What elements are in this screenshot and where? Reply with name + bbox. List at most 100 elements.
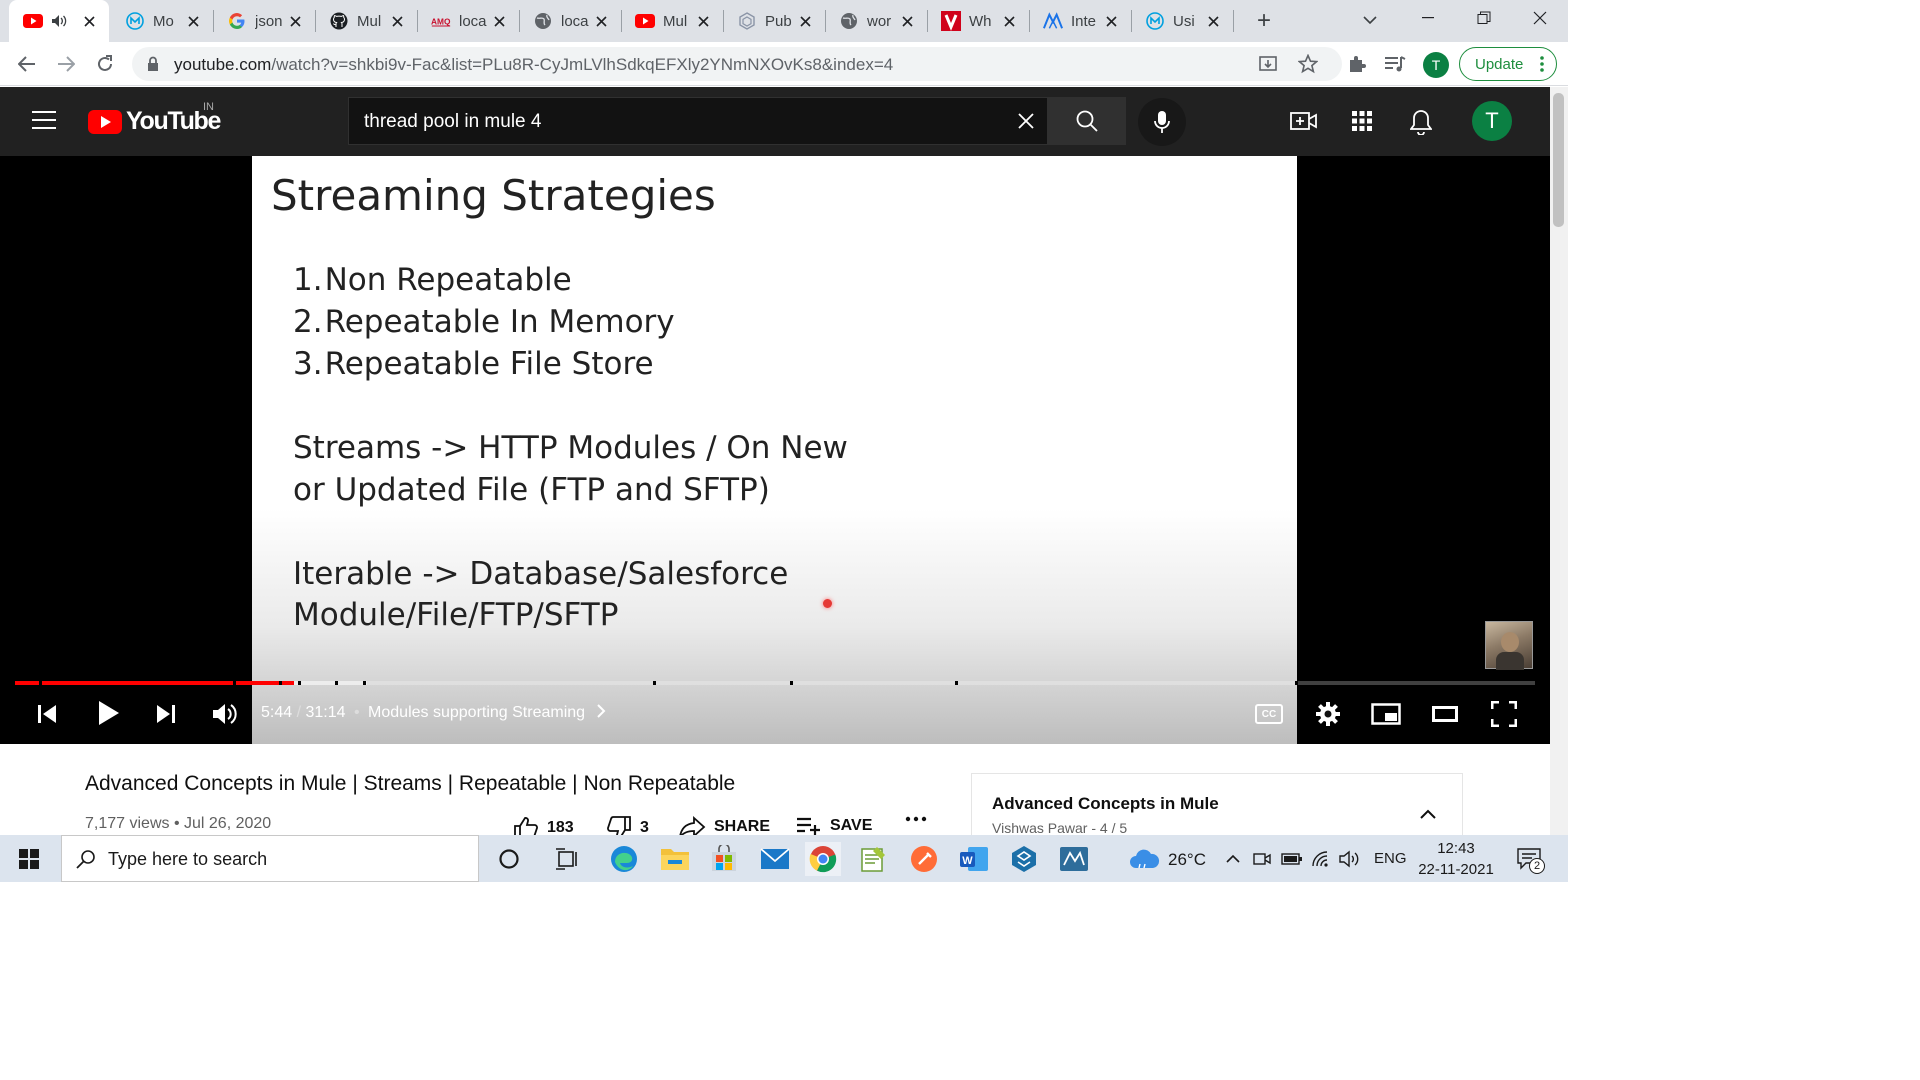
action-center-icon[interactable]: 2 — [1512, 842, 1546, 876]
tab-search-chevron-icon[interactable] — [1356, 8, 1384, 32]
speaker-volume-icon[interactable] — [1338, 842, 1362, 876]
wifi-icon[interactable] — [1310, 842, 1334, 876]
account-avatar[interactable]: T — [1472, 101, 1512, 141]
chapter-title[interactable]: Modules supporting Streaming — [368, 704, 585, 721]
close-tab-icon[interactable] — [285, 11, 305, 31]
scrollbar-thumb[interactable] — [1553, 93, 1564, 227]
restore-button[interactable] — [1456, 0, 1512, 36]
microsoft-word-icon[interactable]: W — [957, 842, 991, 876]
update-button[interactable]: Update — [1459, 47, 1557, 81]
theater-mode-button[interactable] — [1429, 700, 1461, 728]
back-button[interactable] — [12, 49, 42, 79]
postman-icon[interactable] — [907, 842, 941, 876]
browser-tab[interactable]: AMQ loca — [417, 0, 520, 42]
more-actions-button[interactable] — [905, 816, 927, 822]
slide-iterable-line-2: Module/File/FTP/SFTP — [293, 597, 619, 633]
close-tab-icon[interactable] — [897, 11, 917, 31]
input-language[interactable]: ENG — [1374, 850, 1407, 867]
hamburger-menu-icon[interactable] — [32, 111, 56, 134]
progress-bar[interactable] — [15, 681, 1535, 685]
close-tab-icon[interactable] — [183, 11, 203, 31]
search-input[interactable]: thread pool in mule 4 — [364, 111, 541, 133]
notifications-bell-icon[interactable] — [1409, 109, 1433, 140]
browser-tab[interactable]: Inte — [1029, 0, 1132, 42]
address-bar[interactable]: youtube.com/watch?v=shkbi9v-Fac&list=PLu… — [132, 47, 1342, 81]
battery-icon[interactable] — [1280, 842, 1304, 876]
previous-button[interactable] — [34, 700, 60, 728]
minimize-button[interactable] — [1400, 0, 1456, 36]
save-button[interactable]: SAVE — [796, 816, 872, 836]
taskbar-search-box[interactable]: Type here to search — [61, 835, 479, 882]
notepad-plus-plus-icon[interactable] — [856, 842, 890, 876]
meet-now-icon[interactable] — [1250, 842, 1274, 876]
close-tab-icon[interactable] — [693, 11, 713, 31]
media-control-icon[interactable] — [1380, 49, 1410, 79]
microsoft-store-icon[interactable] — [707, 842, 741, 876]
file-explorer-icon[interactable] — [658, 842, 692, 876]
profile-avatar[interactable]: T — [1423, 52, 1449, 78]
edge-browser-icon[interactable] — [607, 842, 641, 876]
weather-cloud-icon[interactable] — [1126, 842, 1162, 876]
browser-tab[interactable]: wor — [825, 0, 928, 42]
close-tab-icon[interactable] — [795, 11, 815, 31]
forward-button[interactable] — [51, 49, 81, 79]
playlist-title[interactable]: Advanced Concepts in Mule — [992, 794, 1219, 814]
collapse-playlist-button[interactable] — [1420, 806, 1436, 824]
volume-button[interactable] — [210, 700, 240, 728]
fullscreen-icon — [1491, 701, 1517, 727]
miniplayer-button[interactable] — [1370, 700, 1402, 728]
create-video-icon[interactable] — [1290, 109, 1318, 138]
lock-icon[interactable] — [147, 56, 159, 77]
weather-temperature[interactable]: 26°C — [1168, 850, 1206, 870]
windows-start-button[interactable] — [12, 842, 46, 876]
close-tab-icon[interactable] — [79, 11, 99, 31]
clear-search-icon[interactable] — [1017, 112, 1035, 135]
extensions-puzzle-icon[interactable] — [1342, 49, 1372, 79]
next-button[interactable] — [153, 700, 179, 728]
browser-tab[interactable]: Pub — [723, 0, 826, 42]
browser-tab[interactable]: json — [213, 0, 316, 42]
video-meta: 7,177 views • Jul 26, 2020 — [85, 815, 272, 832]
close-tab-icon[interactable] — [387, 11, 407, 31]
mail-icon[interactable] — [758, 842, 792, 876]
search-button[interactable] — [1048, 97, 1126, 145]
reload-button[interactable] — [90, 49, 120, 79]
play-button[interactable] — [93, 698, 123, 728]
slide-list-text: Repeatable In Memory — [324, 304, 675, 340]
tab-title: Inte — [1071, 12, 1097, 30]
browser-tab[interactable]: Mul — [621, 0, 724, 42]
browser-tab[interactable]: Mul — [315, 0, 418, 42]
close-tab-icon[interactable] — [489, 11, 509, 31]
browser-tab[interactable] — [9, 0, 109, 42]
browser-tab[interactable]: Mo — [111, 0, 214, 42]
voice-search-button[interactable] — [1138, 98, 1186, 146]
youtube-logo[interactable]: YouTube IN — [88, 101, 221, 136]
apps-grid-icon[interactable] — [1352, 111, 1372, 136]
captions-button[interactable]: CC — [1254, 703, 1284, 725]
close-window-button[interactable] — [1512, 0, 1568, 36]
tab-audio-playing-icon[interactable] — [51, 14, 67, 28]
show-hidden-icons-chevron-icon[interactable] — [1221, 842, 1245, 876]
settings-button[interactable] — [1313, 700, 1343, 728]
close-tab-icon[interactable] — [1203, 11, 1223, 31]
install-app-icon[interactable] — [1258, 54, 1278, 79]
browser-tab[interactable]: Usi — [1131, 0, 1234, 42]
close-tab-icon[interactable] — [1101, 11, 1121, 31]
search-box[interactable]: thread pool in mule 4 — [348, 97, 1048, 145]
cortana-icon[interactable] — [492, 842, 526, 876]
bookmark-star-icon[interactable] — [1297, 53, 1319, 79]
anypoint-studio-icon[interactable] — [1007, 842, 1041, 876]
new-tab-button[interactable]: + — [1250, 7, 1278, 34]
mysql-workbench-icon[interactable] — [1057, 842, 1091, 876]
video-player[interactable]: Streaming Strategies 1.Non Repeatable 2.R… — [0, 156, 1550, 744]
browser-tab[interactable]: Wh — [927, 0, 1030, 42]
browser-tab[interactable]: loca — [519, 0, 622, 42]
fullscreen-button[interactable] — [1488, 700, 1520, 728]
close-tab-icon[interactable] — [591, 11, 611, 31]
close-tab-icon[interactable] — [999, 11, 1019, 31]
system-clock[interactable]: 12:43 22-11-2021 — [1412, 838, 1500, 880]
page-scrollbar[interactable] — [1550, 87, 1568, 835]
chapter-gap — [298, 681, 301, 685]
task-view-icon[interactable] — [550, 842, 584, 876]
chrome-taskbar-icon[interactable] — [805, 842, 841, 876]
